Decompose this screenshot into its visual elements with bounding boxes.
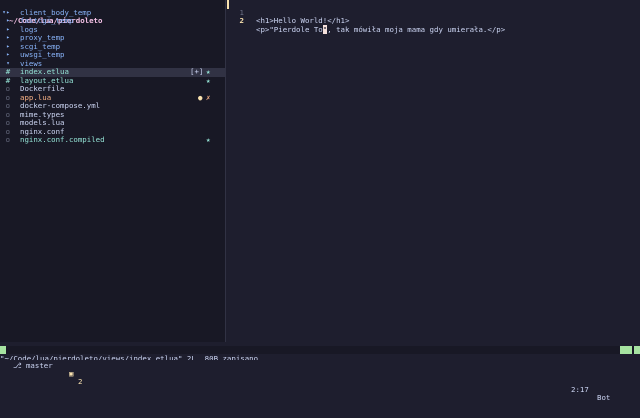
diff-count: 2: [78, 377, 83, 386]
file-icon: ▫: [5, 135, 11, 144]
git-branch: ⎇ master: [13, 361, 53, 370]
cursor-position: 2:17: [571, 385, 589, 394]
folder-icon: ▸: [6, 34, 10, 41]
tree-item-label: nginx.conf.compiled: [20, 135, 105, 144]
folder-icon: ▸: [6, 17, 10, 24]
line-text-after-cursor: , tak mówiła moja mama gdy umierała.</p>: [327, 24, 506, 34]
folder-icon: ▸: [6, 8, 10, 16]
line-text: <p>"Pierdole To", tak mówiła moja mama g…: [256, 24, 506, 35]
statusline: ⎇ master ▣ 2 2:17 Bot: [0, 346, 640, 402]
git-status-mark: ★: [206, 75, 211, 85]
tree-item-status: [+]: [190, 67, 204, 76]
status-mode-indicator: [0, 346, 6, 354]
git-status-mark: ✗: [206, 92, 211, 102]
line-text-before-cursor: <p>"Pierdole To: [256, 24, 323, 34]
scroll-indicator: [620, 346, 632, 354]
file-tree-sidebar: ▾ ~/Code/lua/pierdoleto ▸ client_body_tem…: [0, 0, 225, 342]
folder-icon: ▸: [6, 51, 10, 58]
tree-item-status: ●: [198, 92, 203, 102]
diff-icon: ▣: [69, 369, 74, 378]
editor-line-1[interactable]: 1 <h1>Hello World!</h1>: [226, 0, 640, 25]
git-status-mark: ★: [206, 135, 211, 144]
editor-pane[interactable]: 1 <h1>Hello World!</h1> 2 <p>"Pierdole T…: [226, 0, 640, 342]
line-number: 2: [239, 16, 244, 25]
status-right-edge: [634, 346, 640, 354]
editor-line-2[interactable]: 2 <p>"Pierdole To", tak mówiła moja mama…: [226, 9, 640, 34]
command-line[interactable]: "~/Code/lua/pierdoleto/views/index.etlua…: [0, 354, 640, 360]
folder-icon: ▸: [6, 25, 10, 33]
tree-item[interactable]: ▫ nginx.conf.compiled ★: [0, 135, 225, 145]
folder-icon: ▸: [6, 42, 10, 50]
scroll-position: Bot: [597, 393, 611, 402]
